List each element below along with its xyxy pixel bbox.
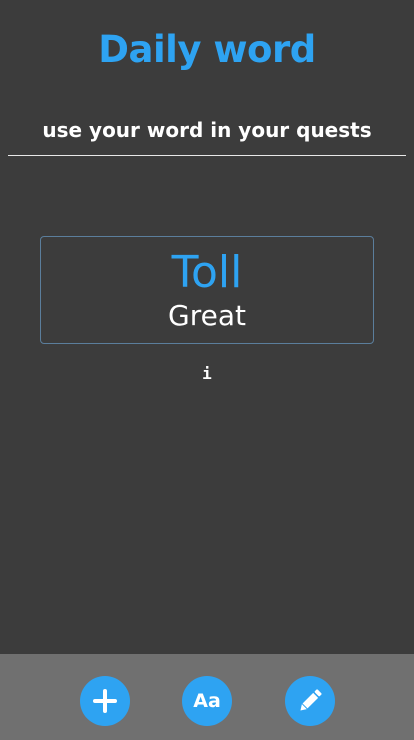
edit-button[interactable]: [285, 676, 335, 726]
font-size-icon: Aa: [193, 690, 221, 712]
add-button[interactable]: [80, 676, 130, 726]
daily-word: Toll: [171, 247, 243, 298]
page-subtitle: use your word in your quests: [42, 118, 372, 142]
plus-icon: [93, 689, 117, 713]
info-button[interactable]: i: [197, 364, 217, 383]
word-card[interactable]: Toll Great: [40, 236, 374, 344]
bottom-toolbar: Aa: [0, 654, 414, 740]
app-screen: Daily word use your word in your quests …: [0, 0, 414, 740]
word-meaning: Great: [168, 299, 246, 332]
font-size-button[interactable]: Aa: [182, 676, 232, 726]
pencil-icon: [300, 689, 322, 711]
header-divider: [8, 155, 406, 156]
page-title: Daily word: [98, 28, 316, 71]
